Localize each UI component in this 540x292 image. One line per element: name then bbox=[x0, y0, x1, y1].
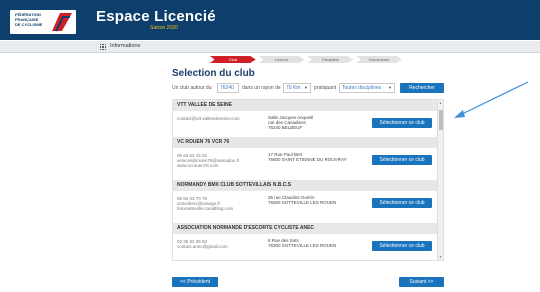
scrollbar-thumb[interactable] bbox=[439, 110, 443, 130]
step-licence[interactable]: Licence bbox=[258, 56, 305, 63]
top-bar bbox=[0, 0, 540, 40]
scroll-down-icon[interactable]: ▼ bbox=[439, 255, 442, 259]
list-item: NORMANDY BMX CLUB SOTTEVILLAIS N.B.C.S 0… bbox=[173, 180, 438, 215]
sub-nav-informations[interactable]: Informations bbox=[110, 43, 140, 49]
club-details: 06 63 62 15 02 velocelubrouen76@wanadoo.… bbox=[173, 148, 438, 172]
club-contact: 06 84 03 70 76 actionbmx@orange.fr bmxso… bbox=[177, 196, 233, 211]
ffc-logo[interactable]: FÉDÉRATION FRANÇAISE DE CYCLISME bbox=[10, 10, 76, 34]
search-button[interactable]: Rechercher bbox=[400, 83, 444, 93]
grid-menu-icon[interactable] bbox=[100, 44, 106, 50]
select-club-button[interactable]: Sélectionner ce club bbox=[372, 155, 432, 165]
radius-select[interactable]: 70 Km ▼ bbox=[283, 83, 311, 93]
radius-value: 70 Km bbox=[286, 85, 301, 91]
club-details: 06 84 03 70 76 actionbmx@orange.fr bmxso… bbox=[173, 191, 438, 215]
next-button[interactable]: Suivant >> bbox=[399, 277, 444, 287]
step-discipline[interactable]: Discipline bbox=[307, 56, 354, 63]
club-details: 02 35 62 25 62 contact.anec@gmail.com 8 … bbox=[173, 234, 438, 258]
club-name: NORMANDY BMX CLUB SOTTEVILLAIS N.B.C.S bbox=[173, 180, 438, 191]
club-address: Salle Jacques Anquetil rue des Canadiens… bbox=[268, 115, 313, 130]
list-item: VTT VALLEE DE SEINE contact@vtt-valleede… bbox=[173, 100, 438, 135]
radius-label: dans un rayon de bbox=[242, 85, 281, 91]
step-progress: Club Licence Discipline Documents bbox=[210, 56, 405, 63]
step-club[interactable]: Club bbox=[210, 56, 256, 63]
list-item: VC ROUEN 76 VCR 76 06 63 62 15 02 veloce… bbox=[173, 137, 438, 172]
club-contact-line: contact@vtt-valleedeseine.com bbox=[177, 116, 240, 121]
club-name: VTT VALLEE DE SEINE bbox=[173, 100, 438, 111]
club-contact: 02 35 62 25 62 contact.anec@gmail.com bbox=[177, 239, 228, 249]
club-address: 17 Rue Paul Bert 76800 SAINT ETIENNE DU … bbox=[268, 152, 347, 162]
club-contact: 06 63 62 15 02 velocelubrouen76@wanadoo.… bbox=[177, 153, 239, 168]
club-address: 35 rue Claudine Guérin 76300 SOTTEVILLE … bbox=[268, 195, 336, 205]
sub-nav-bar bbox=[0, 41, 540, 53]
club-contact-line: www.vcrouen76.com bbox=[177, 163, 219, 168]
club-name: VC ROUEN 76 VCR 76 bbox=[173, 137, 438, 148]
practice-label: pratiquant bbox=[314, 85, 337, 91]
postal-code-input[interactable]: 76240 bbox=[217, 83, 239, 93]
select-club-button[interactable]: Sélectionner ce club bbox=[372, 241, 432, 251]
step-documents[interactable]: Documents bbox=[356, 56, 402, 63]
logo-line-3: DE CYCLISME bbox=[15, 22, 43, 27]
select-club-button[interactable]: Sélectionner ce club bbox=[372, 118, 432, 128]
club-address-line: 76240 BELBEUF bbox=[268, 125, 303, 130]
club-list[interactable]: VTT VALLEE DE SEINE contact@vtt-valleede… bbox=[172, 99, 444, 261]
club-address: 8 Rue des Sots 76300 SOTTEVILLE LES ROUE… bbox=[268, 238, 336, 248]
select-club-button[interactable]: Sélectionner ce club bbox=[372, 198, 432, 208]
list-item: ASSOCIATION NORMANDE D'ESCORTE CYCLISTE … bbox=[173, 223, 438, 258]
club-address-line: 76800 SAINT ETIENNE DU ROUVRAY bbox=[268, 157, 347, 162]
chevron-down-icon: ▼ bbox=[304, 85, 308, 90]
discipline-select[interactable]: Toutes disciplines ▼ bbox=[339, 83, 395, 93]
club-details: contact@vtt-valleedeseine.com Salle Jacq… bbox=[173, 111, 438, 135]
list-scrollbar[interactable]: ▲ ▼ bbox=[437, 100, 443, 260]
club-contact-line: contact.anec@gmail.com bbox=[177, 244, 228, 249]
club-search-form: Un club autour du 76240 dans un rayon de… bbox=[172, 83, 444, 93]
app-title: Espace Licencié bbox=[96, 8, 216, 25]
club-name: ASSOCIATION NORMANDE D'ESCORTE CYCLISTE … bbox=[173, 223, 438, 234]
club-contact: contact@vtt-valleedeseine.com bbox=[177, 116, 240, 121]
page-title: Selection du club bbox=[172, 68, 255, 79]
club-contact-line: bmxsotteville.canalblog.com bbox=[177, 206, 234, 211]
club-address-line: 76300 SOTTEVILLE LES ROUEN bbox=[268, 200, 337, 205]
previous-button[interactable]: << Précédent bbox=[172, 277, 218, 287]
search-prefix-label: Un club autour du bbox=[172, 85, 212, 91]
discipline-value: Toutes disciplines bbox=[342, 85, 382, 91]
chevron-down-icon: ▼ bbox=[388, 85, 392, 90]
logo-swoosh-icon bbox=[52, 13, 72, 32]
app-subtitle: Saison 2020 bbox=[150, 25, 178, 31]
club-address-line: 76300 SOTTEVILLE LES ROUEN bbox=[268, 243, 337, 248]
annotation-arrow-icon bbox=[454, 81, 529, 118]
scroll-up-icon[interactable]: ▲ bbox=[439, 101, 442, 105]
